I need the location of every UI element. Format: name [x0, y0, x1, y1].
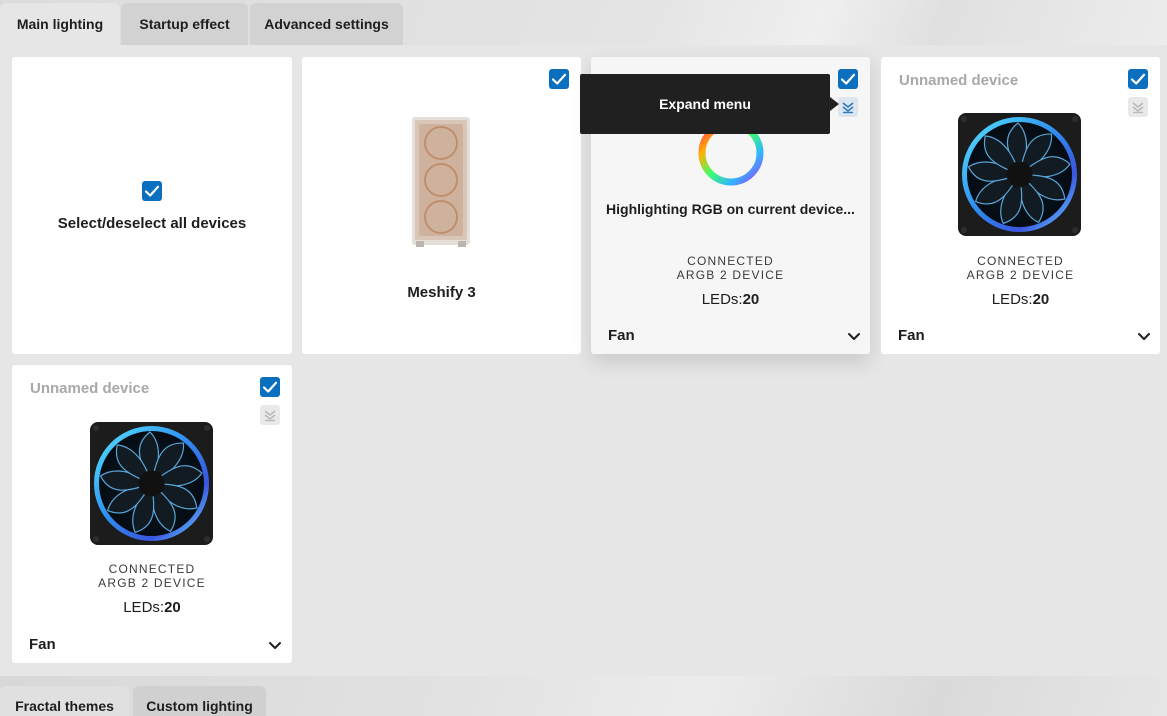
device-name: Meshify 3 — [407, 284, 476, 301]
tab-startup-effect[interactable]: Startup effect — [121, 3, 248, 45]
tab-custom-lighting[interactable]: Custom lighting — [133, 686, 266, 716]
pc-case-icon — [412, 117, 470, 247]
highlight-status-text: Highlighting RGB on current device... — [606, 201, 855, 217]
select-all-label: Select/deselect all devices — [57, 215, 247, 232]
checkmark-icon — [551, 73, 567, 85]
tab-main-lighting[interactable]: Main lighting — [0, 3, 120, 45]
device-type-label: Fan — [29, 636, 56, 653]
device-card-unnamed[interactable]: Unnamed device CONNECTED ARGB 2 DEVICE L… — [881, 57, 1160, 354]
device-checkbox[interactable] — [260, 377, 280, 397]
led-count: LEDs:20 — [591, 291, 870, 308]
led-count: LEDs:20 — [12, 599, 292, 616]
device-type-label: Fan — [898, 327, 925, 344]
device-checkbox[interactable] — [549, 69, 569, 89]
status-line: CONNECTED — [977, 254, 1064, 268]
checkmark-icon — [262, 381, 278, 393]
led-count-label: LEDs: — [123, 599, 165, 616]
select-all-card[interactable]: Select/deselect all devices — [12, 57, 292, 354]
device-checkbox[interactable] — [1128, 69, 1148, 89]
chevron-down-icon[interactable] — [847, 332, 861, 342]
expand-menu-button[interactable] — [260, 405, 280, 425]
connection-status: CONNECTED ARGB 2 DEVICE — [12, 562, 292, 590]
device-card-unnamed[interactable]: Unnamed device CONNECTED ARGB 2 DEVICE L… — [12, 365, 292, 663]
expand-menu-tooltip: Expand menu — [580, 74, 830, 134]
checkmark-icon — [840, 73, 856, 85]
device-name: Unnamed device — [30, 380, 150, 397]
fan-icon — [90, 422, 213, 545]
tooltip-arrow — [830, 97, 839, 111]
led-count-value: 20 — [1032, 291, 1050, 308]
device-checkbox[interactable] — [838, 69, 858, 89]
led-count: LEDs:20 — [881, 291, 1160, 308]
fan-icon — [958, 113, 1081, 236]
device-type-label: Fan — [608, 327, 635, 344]
expand-menu-button[interactable] — [838, 97, 858, 117]
status-line: CONNECTED — [687, 254, 774, 268]
checkmark-icon — [144, 185, 160, 197]
bottom-tab-bar: Fractal themes Custom lighting — [0, 676, 1167, 716]
connection-status: CONNECTED ARGB 2 DEVICE — [881, 254, 1160, 282]
led-count-value: 20 — [742, 291, 760, 308]
device-type-line: ARGB 2 DEVICE — [966, 268, 1075, 282]
status-line: CONNECTED — [108, 562, 196, 576]
device-card-meshify[interactable]: Meshify 3 — [302, 57, 581, 354]
expand-menu-button[interactable] — [1128, 97, 1148, 117]
expand-menu-icon — [1132, 102, 1144, 114]
chevron-down-icon[interactable] — [268, 641, 282, 651]
led-count-label: LEDs: — [701, 291, 743, 308]
expand-menu-icon — [264, 410, 276, 422]
connection-status: CONNECTED ARGB 2 DEVICE — [591, 254, 870, 282]
expand-menu-icon — [842, 102, 854, 114]
device-name: Unnamed device — [899, 72, 1019, 89]
tab-advanced-settings[interactable]: Advanced settings — [250, 3, 403, 45]
checkmark-icon — [1130, 73, 1146, 85]
led-count-value: 20 — [164, 599, 181, 616]
top-tab-bar: Main lighting Startup effect Advanced se… — [0, 0, 1167, 45]
led-count-label: LEDs: — [991, 291, 1033, 308]
tab-fractal-themes[interactable]: Fractal themes — [0, 686, 129, 716]
device-type-line: ARGB 2 DEVICE — [98, 576, 206, 590]
chevron-down-icon[interactable] — [1137, 332, 1151, 342]
select-all-checkbox[interactable] — [142, 181, 162, 201]
device-type-line: ARGB 2 DEVICE — [676, 268, 785, 282]
